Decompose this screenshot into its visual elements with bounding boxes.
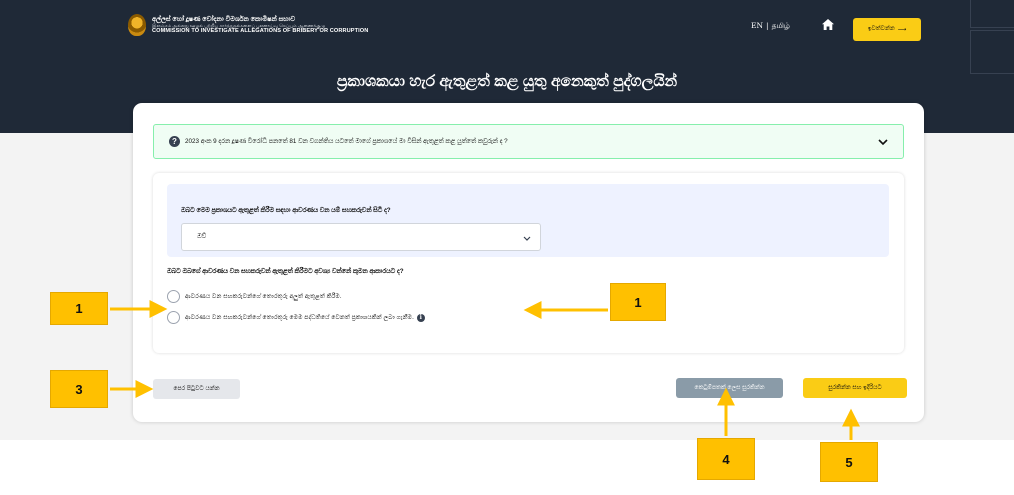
callout-5: 5: [820, 442, 878, 482]
annotation-arrows: [110, 300, 860, 440]
callout-3: 3: [50, 370, 108, 408]
callout-4: 4: [697, 438, 755, 480]
callout-1-right: 1: [610, 283, 666, 321]
callout-1-left: 1: [50, 292, 108, 325]
